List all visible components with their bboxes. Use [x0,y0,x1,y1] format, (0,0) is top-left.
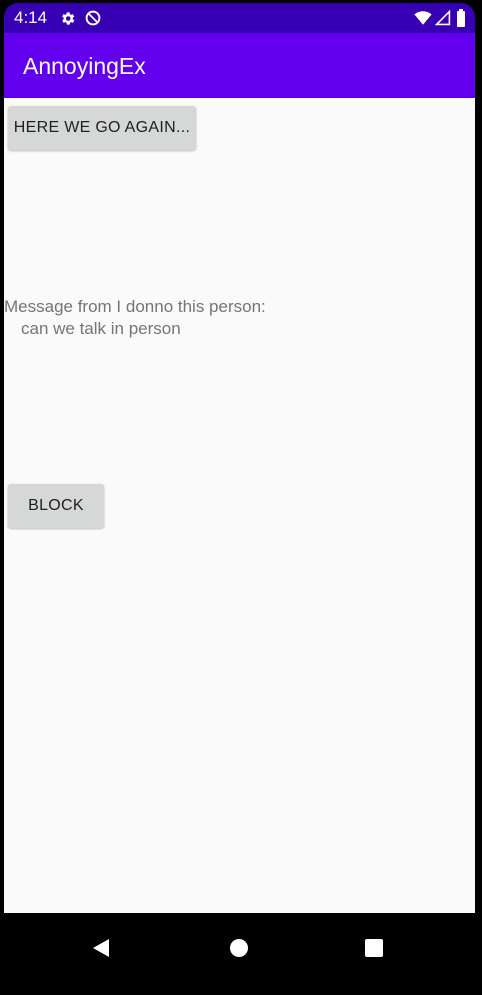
recents-icon[interactable] [356,930,392,966]
app-title: AnnoyingEx [23,53,146,79]
signal-icon [434,9,452,27]
app-bar: AnnoyingEx [4,33,475,98]
status-bar: 4:14 [4,3,475,33]
message-body: can we talk in person [21,319,181,338]
battery-icon [452,9,470,27]
data-saver-icon [84,9,102,27]
wifi-icon [414,9,432,27]
block-button[interactable]: BLOCK [8,484,104,528]
back-icon[interactable] [83,930,119,966]
here-we-go-again-button[interactable]: HERE WE GO AGAIN... [8,106,196,150]
message-header: Message from I donno this person: [4,297,266,316]
home-icon[interactable] [221,930,257,966]
main-content: HERE WE GO AGAIN... Message from I donno… [4,98,475,913]
message-text: Message from I donno this person: can we… [4,296,444,340]
navigation-bar [0,913,482,995]
settings-icon [58,9,76,27]
status-time: 4:14 [14,8,48,27]
phone-screen: 4:14 AnnoyingEx HERE WE GO AGAIN... Mess… [0,0,482,995]
